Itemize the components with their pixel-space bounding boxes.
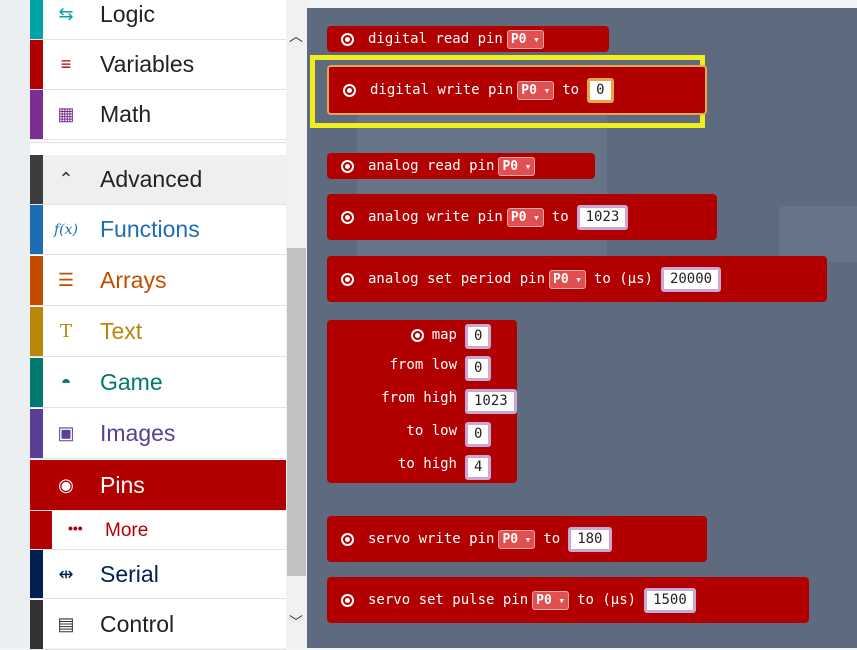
to-low-input[interactable]: 0	[465, 422, 492, 447]
block-label: digital read pin	[368, 31, 503, 47]
scroll-down-icon[interactable]: ﹀	[289, 612, 303, 632]
category-pins-more[interactable]: ••• More	[30, 511, 286, 549]
pin-icon	[410, 328, 424, 342]
value-input[interactable]: 1023	[576, 204, 629, 230]
value-input[interactable]: 0	[587, 77, 614, 103]
category-label: Control	[100, 611, 175, 637]
control-icon: ▤	[57, 614, 75, 634]
category-advanced[interactable]: ⌃ Advanced	[30, 155, 286, 205]
to-label: to	[543, 531, 561, 547]
value-input[interactable]: 180	[568, 526, 612, 552]
block-label: servo set pulse pin	[368, 592, 529, 608]
category-label: Math	[100, 101, 152, 127]
category-label: Arrays	[100, 267, 167, 293]
map-value-input[interactable]: 0	[465, 324, 492, 349]
category-label: Logic	[100, 1, 155, 27]
map-block[interactable]: map 0 from low 0 from high 1023 to low 0…	[327, 320, 517, 483]
category-text[interactable]: T Text	[30, 307, 286, 357]
block-label: servo write pin	[368, 531, 495, 547]
pin-dropdown[interactable]: P0	[517, 80, 555, 100]
digital-write-block[interactable]: digital write pin P0 to 0	[327, 65, 707, 115]
from-low-label: from low	[389, 357, 457, 373]
more-label: More	[105, 520, 149, 541]
image-icon: ▣	[57, 423, 75, 443]
digital-read-block[interactable]: digital read pin P0	[327, 26, 609, 52]
toolbox-separator	[30, 142, 286, 153]
pin-dropdown[interactable]: P0	[498, 529, 536, 549]
pin-dropdown[interactable]: P0	[506, 207, 544, 227]
category-variables[interactable]: ≡ Variables	[30, 40, 286, 90]
pin-dropdown[interactable]: P0	[506, 29, 544, 49]
to-low-label: to low	[406, 423, 457, 439]
value-input[interactable]: 20000	[660, 266, 722, 292]
from-high-input[interactable]: 1023	[465, 389, 517, 414]
pin-icon	[341, 159, 354, 173]
to-label: to	[562, 82, 580, 98]
block-label: analog set period pin	[368, 271, 546, 287]
pin-icon	[341, 532, 354, 546]
left-edge-strip	[0, 0, 30, 648]
category-math[interactable]: ▦ Math	[30, 90, 286, 140]
pin-dropdown[interactable]: P0	[532, 590, 570, 610]
servo-set-pulse-block[interactable]: servo set pulse pin P0 to (μs) 1500	[327, 577, 809, 623]
category-serial[interactable]: ⇹ Serial	[30, 549, 286, 599]
to-high-input[interactable]: 4	[465, 455, 492, 480]
pin-icon	[341, 210, 354, 224]
to-high-label: to high	[397, 456, 457, 472]
function-icon: f(x)	[54, 221, 79, 238]
analog-set-period-block[interactable]: analog set period pin P0 to (μs) 20000	[327, 256, 827, 302]
category-label: Text	[100, 318, 143, 344]
analog-write-block[interactable]: analog write pin P0 to 1023	[327, 194, 717, 240]
map-label: map	[431, 327, 457, 343]
category-label: Variables	[100, 51, 195, 77]
category-functions[interactable]: f(x) Functions	[30, 205, 286, 255]
chevron-up-icon: ⌃	[58, 169, 74, 189]
list-icon: ≡	[60, 54, 72, 74]
scroll-up-icon[interactable]: ︿	[289, 26, 303, 46]
pin-icon	[341, 32, 354, 46]
from-high-label: from high	[381, 390, 457, 406]
block-label: analog read pin	[368, 158, 495, 174]
toolbox: ⇆ Logic ≡ Variables ▦ Math ⌃ Advanced f(…	[30, 0, 286, 650]
gamepad-icon: ◓	[60, 372, 72, 392]
workspace-flyout: digital read pin P0 digital write pin P0…	[307, 8, 857, 648]
category-label: Advanced	[100, 166, 203, 192]
category-label: Pins	[100, 471, 145, 498]
text-icon: T	[59, 321, 72, 342]
to-label: to (μs)	[577, 592, 637, 608]
block-label: analog write pin	[368, 209, 503, 225]
to-label: to	[551, 209, 569, 225]
logic-icon: ⇆	[58, 4, 74, 24]
category-pins[interactable]: ◉ Pins	[30, 460, 286, 511]
category-label: Images	[100, 420, 176, 446]
usb-icon: ⇹	[58, 563, 74, 584]
category-logic[interactable]: ⇆ Logic	[30, 0, 286, 40]
from-low-input[interactable]: 0	[465, 356, 492, 381]
list-numbered-icon: ☰	[57, 270, 75, 290]
block-label: digital write pin	[370, 82, 514, 98]
category-label: Functions	[100, 216, 200, 242]
category-label: Game	[100, 369, 163, 395]
category-game[interactable]: ◓ Game	[30, 358, 286, 408]
toolbox-scrollbar-thumb[interactable]	[287, 248, 306, 576]
to-label: to (μs)	[593, 271, 653, 287]
category-images[interactable]: ▣ Images	[30, 409, 286, 459]
pin-icon: ◉	[58, 474, 74, 495]
pin-dropdown[interactable]: P0	[549, 269, 586, 289]
category-label: Serial	[100, 560, 159, 587]
forever-block-ghost	[779, 206, 857, 262]
pin-icon	[341, 593, 354, 607]
category-arrays[interactable]: ☰ Arrays	[30, 256, 286, 306]
pin-icon	[341, 272, 354, 286]
category-control[interactable]: ▤ Control	[30, 600, 286, 650]
dots-icon: •••	[68, 520, 83, 536]
calculator-icon: ▦	[57, 104, 75, 124]
servo-write-block[interactable]: servo write pin P0 to 180	[327, 516, 707, 562]
value-input[interactable]: 1500	[644, 587, 696, 613]
analog-read-block[interactable]: analog read pin P0	[327, 153, 595, 179]
pin-icon	[343, 83, 356, 97]
pin-dropdown[interactable]: P0	[498, 156, 536, 176]
